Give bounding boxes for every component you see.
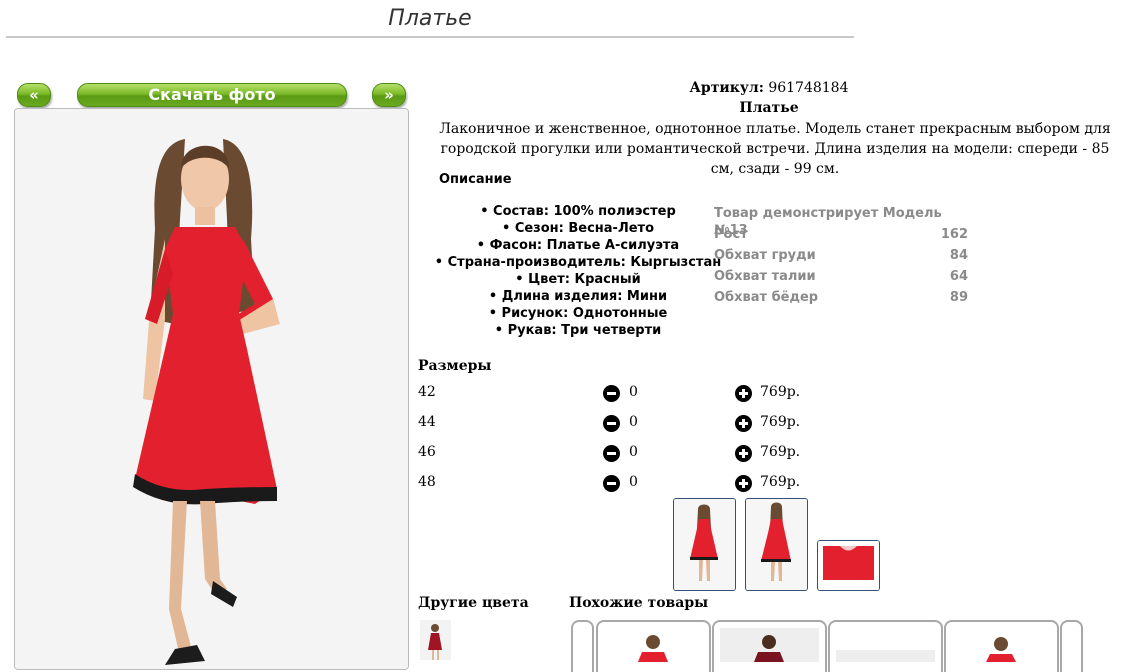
size-price: 769р.: [760, 474, 801, 490]
decrease-qty-icon[interactable]: [603, 475, 620, 492]
model-in-red-dress-image: [15, 109, 408, 669]
thumbnail-image: [428, 624, 442, 660]
other-colors-heading: Другие цвета: [418, 595, 529, 611]
size-row: 48 0 769р.: [418, 474, 838, 498]
measurement-row: Рост 162: [714, 227, 968, 242]
photo-thumbnail-front[interactable]: [673, 498, 736, 591]
spec-item: Сезон: Весна-Лето: [430, 220, 726, 237]
model-measurements: Товар демонстрирует Модель №13 Рост 162 О…: [714, 205, 968, 310]
increase-qty-icon[interactable]: [735, 385, 752, 402]
sizes-heading: Размеры: [418, 358, 492, 374]
increase-qty-icon[interactable]: [735, 475, 752, 492]
title-divider: [6, 36, 854, 38]
spec-item: Цвет: Красный: [430, 271, 726, 288]
similar-products-heading: Похожие товары: [569, 595, 709, 611]
spec-item: Длина изделия: Мини: [430, 288, 726, 305]
measurement-row: Обхват талии 64: [714, 269, 968, 284]
spec-item: Состав: 100% полиэстер: [430, 203, 726, 220]
qty-value: 0: [629, 384, 638, 400]
measurement-row: Обхват бёдер 89: [714, 290, 968, 305]
photo-thumbnail-back[interactable]: [745, 498, 808, 591]
qty-value: 0: [629, 474, 638, 490]
size-row: 42 0 769р.: [418, 384, 838, 408]
similar-scroll-right[interactable]: [1060, 620, 1083, 672]
download-photo-button[interactable]: Скачать фото: [77, 83, 347, 107]
next-photo-button[interactable]: »: [372, 83, 406, 107]
qty-value: 0: [629, 414, 638, 430]
model-title: Товар демонстрирует Модель №13: [714, 206, 942, 238]
spec-list: Состав: 100% полиэстер Сезон: Весна-Лето…: [430, 203, 726, 339]
decrease-qty-icon[interactable]: [603, 445, 620, 462]
size-price: 769р.: [760, 414, 801, 430]
size-value: 48: [418, 474, 436, 490]
page-title: Платье: [388, 6, 472, 31]
size-value: 44: [418, 414, 436, 430]
prev-photo-button[interactable]: «: [17, 83, 51, 107]
size-value: 42: [418, 384, 436, 400]
increase-qty-icon[interactable]: [735, 445, 752, 462]
spec-item: Фасон: Платье А-силуэта: [430, 237, 726, 254]
product-sku: Артикул: 961748184: [414, 80, 1124, 96]
sku-value: 961748184: [768, 80, 849, 96]
similar-product-card[interactable]: [944, 620, 1059, 672]
photo-thumbnail-fabric[interactable]: [817, 540, 880, 591]
thumbnail-image: [674, 499, 735, 590]
sku-label: Артикул:: [689, 80, 764, 96]
spec-item: Страна-производитель: Кыргызстан: [430, 254, 726, 271]
thumbnail-image: [818, 541, 879, 590]
spec-item: Рисунок: Однотонные: [430, 305, 726, 322]
similar-product-card[interactable]: [712, 620, 827, 672]
qty-value: 0: [629, 444, 638, 460]
similar-scroll-left[interactable]: [571, 620, 594, 672]
decrease-qty-icon[interactable]: [603, 385, 620, 402]
increase-qty-icon[interactable]: [735, 415, 752, 432]
size-price: 769р.: [760, 444, 801, 460]
size-value: 46: [418, 444, 436, 460]
product-name: Платье: [739, 100, 799, 116]
thumbnail-image: [746, 499, 807, 590]
size-row: 44 0 769р.: [418, 414, 838, 438]
main-product-photo[interactable]: [14, 108, 409, 670]
similar-product-card[interactable]: [828, 620, 943, 672]
other-color-thumbnail[interactable]: [420, 620, 451, 660]
spec-item: Рукав: Три четверти: [430, 322, 726, 339]
size-price: 769р.: [760, 384, 801, 400]
size-row: 46 0 769р.: [418, 444, 838, 468]
description-heading: Описание: [439, 172, 512, 187]
decrease-qty-icon[interactable]: [603, 415, 620, 432]
measurement-row: Обхват груди 84: [714, 248, 968, 263]
product-description: Лаконичное и женственное, однотонное пла…: [439, 121, 1111, 177]
similar-product-card[interactable]: [596, 620, 711, 672]
